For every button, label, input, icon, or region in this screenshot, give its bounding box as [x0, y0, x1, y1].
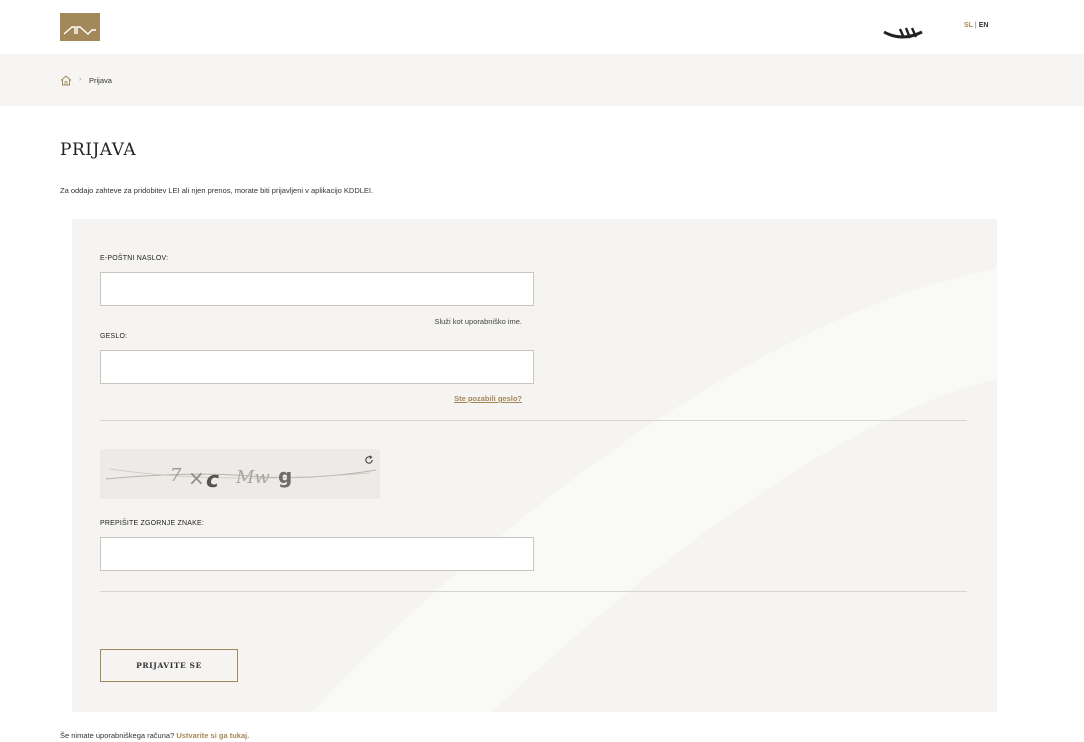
login-button[interactable]: PRIJAVITE SE	[100, 649, 238, 682]
form-divider	[100, 591, 967, 592]
captcha-image: 7 × c Mw g	[100, 449, 380, 499]
lang-en-link[interactable]: EN	[979, 22, 989, 29]
intro-text: Za oddajo zahteve za pridobitev LEI ali …	[60, 186, 374, 195]
email-input[interactable]	[100, 272, 534, 306]
site-header: SL | EN	[0, 0, 1084, 54]
refresh-captcha-icon[interactable]	[364, 455, 374, 465]
captcha-label: PREPIŠITE ZGORNJE ZNAKE:	[100, 520, 204, 527]
password-label: GESLO:	[100, 333, 128, 340]
svg-text:g: g	[278, 464, 292, 488]
svg-text:×: ×	[188, 466, 205, 490]
breadcrumb	[0, 54, 1084, 106]
language-switcher: SL | EN	[964, 22, 988, 29]
svg-text:7: 7	[170, 465, 182, 486]
email-hint: Služi kot uporabniško ime.	[434, 317, 522, 326]
page-title: PRIJAVA	[60, 140, 137, 160]
captcha-input[interactable]	[100, 537, 534, 571]
lang-sl-link[interactable]: SL	[964, 22, 973, 29]
register-link[interactable]: Ustvarite si ga tukaj.	[176, 731, 249, 740]
lang-separator: |	[974, 22, 977, 29]
forgot-password-link[interactable]: Ste pozabili geslo?	[330, 394, 522, 403]
password-input[interactable]	[100, 350, 534, 384]
home-icon[interactable]	[60, 75, 72, 86]
email-label: E-POŠTNI NASLOV:	[100, 255, 169, 262]
form-divider	[100, 420, 967, 421]
breadcrumb-current: Prijava	[89, 76, 112, 85]
register-text: Še nimate uporabniškega računa?	[60, 731, 175, 740]
kdd-logo[interactable]	[60, 13, 100, 41]
svg-text:c: c	[206, 468, 219, 493]
breadcrumb-separator: ›	[79, 76, 82, 83]
accreditation-logo	[878, 12, 928, 44]
svg-text:Mw: Mw	[235, 467, 270, 488]
register-prompt: Še nimate uporabniškega računa? Ustvarit…	[60, 731, 249, 740]
